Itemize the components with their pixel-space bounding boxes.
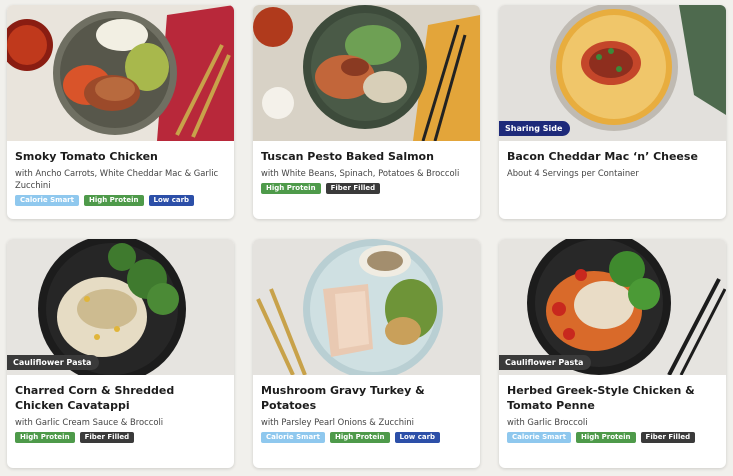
meal-card[interactable]: Smoky Tomato Chicken with Ancho Carrots,… (7, 5, 234, 219)
ribbon-sharing-side: Sharing Side (499, 121, 571, 136)
tag-calorie-smart: Calorie Smart (15, 195, 79, 206)
meal-subtitle: About 4 Servings per Container (507, 168, 639, 178)
tag-high-protein: High Protein (15, 432, 75, 443)
meal-grid: Smoky Tomato Chicken with Ancho Carrots,… (0, 0, 733, 476)
ribbon-cauliflower-pasta: Cauliflower Pasta (499, 355, 592, 370)
tag-fiber-filled: Fiber Filled (79, 432, 135, 443)
meal-title[interactable]: Smoky Tomato Chicken (15, 149, 226, 164)
meal-title[interactable]: Mushroom Gravy Turkey & Potatoes (261, 383, 472, 413)
tag-list: High Protein Fiber Filled (15, 432, 226, 443)
meal-image: Cauliflower Pasta (499, 239, 726, 375)
meal-card[interactable]: Cauliflower Pasta Herbed Greek-Style Chi… (499, 239, 726, 468)
meal-title[interactable]: Tuscan Pesto Baked Salmon (261, 149, 472, 164)
ribbon-cauliflower-pasta: Cauliflower Pasta (7, 355, 100, 370)
meal-subtitle: with Garlic Cream Sauce & Broccoli (15, 417, 164, 427)
tag-fiber-filled: Fiber Filled (325, 183, 381, 194)
tag-calorie-smart: Calorie Smart (507, 432, 571, 443)
meal-card[interactable]: Sharing Side Bacon Cheddar Mac ‘n’ Chees… (499, 5, 726, 219)
meal-image (253, 5, 480, 141)
meal-title[interactable]: Bacon Cheddar Mac ‘n’ Cheese (507, 149, 718, 164)
meal-subtitle: with Garlic Broccoli (507, 417, 588, 427)
tag-high-protein: High Protein (575, 432, 636, 443)
tag-low-carb: Low carb (148, 195, 195, 206)
meal-card[interactable]: Tuscan Pesto Baked Salmon with White Bea… (253, 5, 480, 219)
meal-subtitle: with White Beans, Spinach, Potatoes & Br… (261, 168, 460, 178)
meal-card[interactable]: Cauliflower Pasta Charred Corn & Shredde… (7, 239, 234, 468)
tag-high-protein: High Protein (329, 432, 390, 443)
tag-list: High Protein Fiber Filled (261, 183, 472, 194)
tag-fiber-filled: Fiber Filled (640, 432, 696, 443)
meal-image: Cauliflower Pasta (7, 239, 234, 375)
meal-title[interactable]: Herbed Greek-Style Chicken & Tomato Penn… (507, 383, 718, 413)
tag-list: Calorie Smart High Protein Fiber Filled (507, 432, 718, 443)
tag-calorie-smart: Calorie Smart (261, 432, 325, 443)
tag-low-carb: Low carb (394, 432, 441, 443)
tag-high-protein: High Protein (261, 183, 321, 194)
tag-list: Calorie Smart High Protein Low carb (15, 195, 226, 206)
meal-subtitle: with Ancho Carrots, White Cheddar Mac & … (15, 168, 219, 190)
meal-image: Sharing Side (499, 5, 726, 141)
meal-card[interactable]: Mushroom Gravy Turkey & Potatoes with Pa… (253, 239, 480, 468)
meal-image (7, 5, 234, 141)
meal-title[interactable]: Charred Corn & Shredded Chicken Cavatapp… (15, 383, 226, 413)
meal-image (253, 239, 480, 375)
tag-high-protein: High Protein (83, 195, 144, 206)
tag-list: Calorie Smart High Protein Low carb (261, 432, 472, 443)
meal-subtitle: with Parsley Pearl Onions & Zucchini (261, 417, 415, 427)
